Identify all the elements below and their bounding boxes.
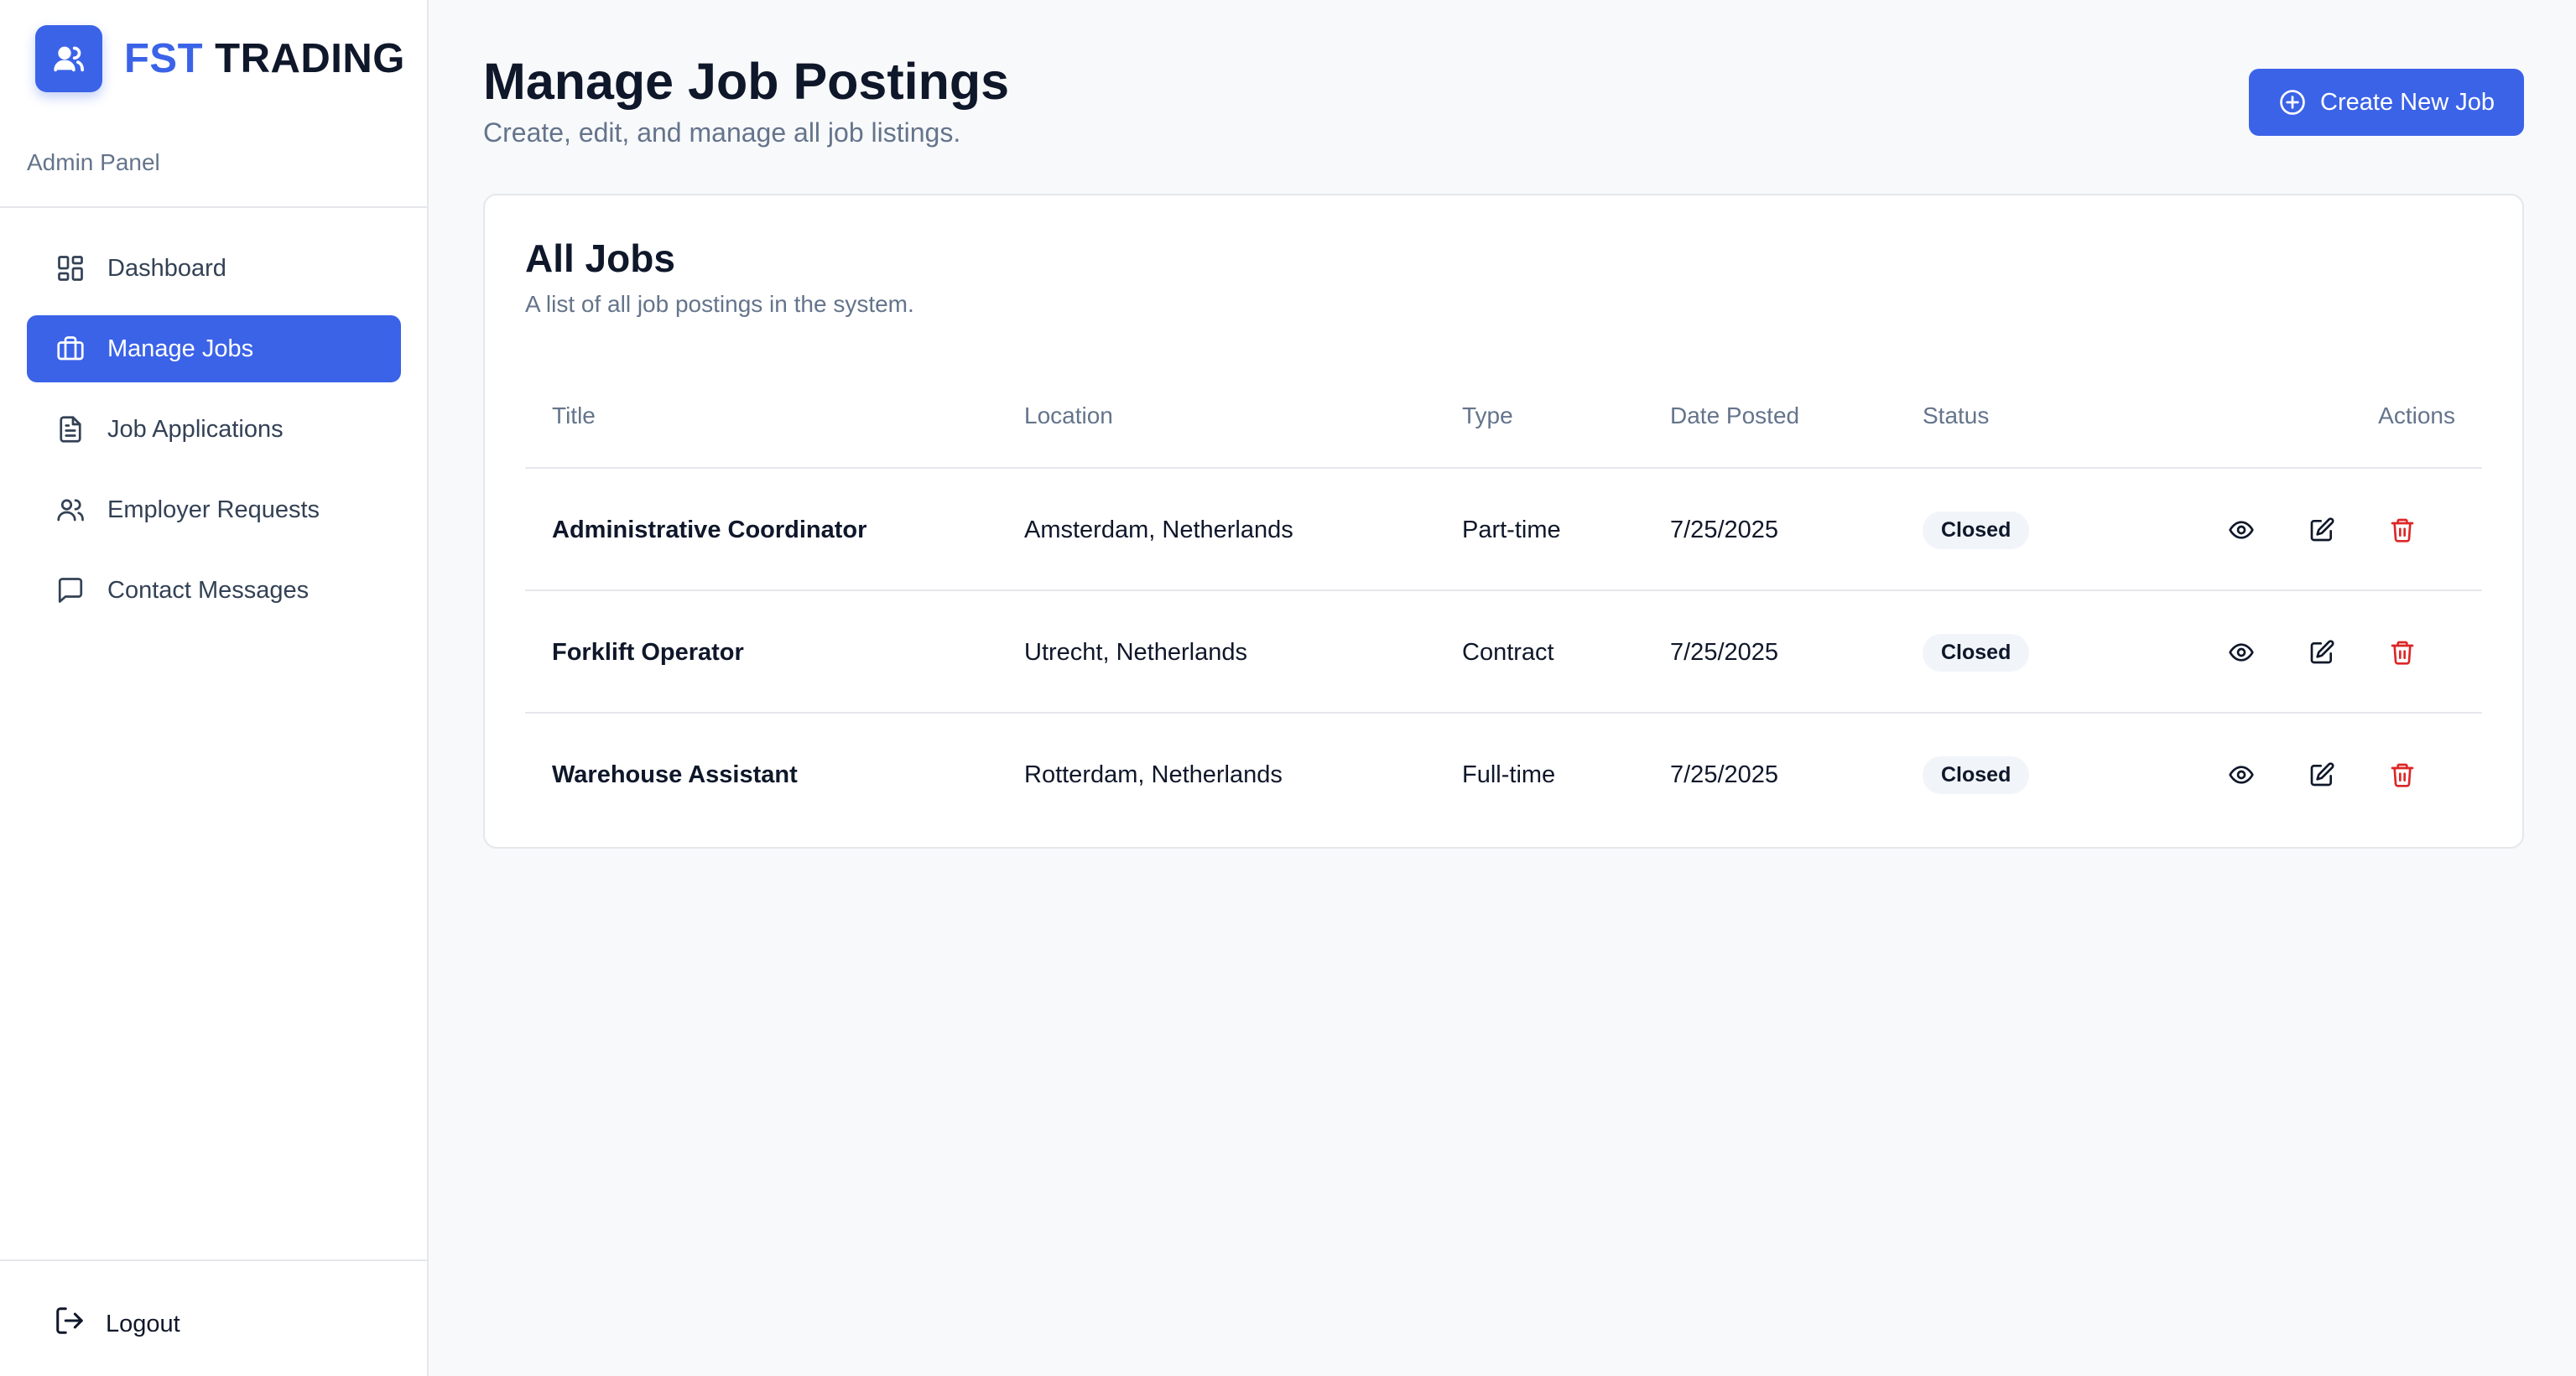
trash-icon bbox=[2391, 641, 2414, 665]
sidebar-item-manage-jobs[interactable]: Manage Jobs bbox=[27, 315, 401, 382]
create-new-job-button[interactable]: Create New Job bbox=[2249, 69, 2524, 136]
delete-button[interactable] bbox=[2381, 508, 2424, 552]
brand-name-accent: FST bbox=[124, 36, 204, 81]
edit-button[interactable] bbox=[2300, 753, 2344, 797]
card-title: All Jobs bbox=[525, 236, 675, 280]
job-type: Full-time bbox=[1462, 761, 1556, 788]
page-subtitle: Create, edit, and manage all job listing… bbox=[483, 117, 961, 148]
trash-icon bbox=[2391, 518, 2414, 543]
logout-button[interactable]: Logout bbox=[54, 1305, 180, 1343]
table-row: Warehouse Assistant Rotterdam, Netherlan… bbox=[525, 714, 2482, 836]
page-title: Manage Job Postings bbox=[483, 53, 1010, 110]
sidebar-item-employer-requests[interactable]: Employer Requests bbox=[27, 476, 401, 543]
logout-label: Logout bbox=[106, 1310, 180, 1337]
job-date-posted: 7/25/2025 bbox=[1670, 638, 1779, 666]
brand-name-rest: TRADING bbox=[215, 36, 405, 81]
eye-icon bbox=[2229, 643, 2254, 662]
job-title: Forklift Operator bbox=[552, 638, 744, 666]
delete-button[interactable] bbox=[2381, 753, 2424, 797]
status-cell: Closed bbox=[1923, 591, 2030, 714]
sidebar-item-label: Manage Jobs bbox=[107, 335, 254, 362]
delete-button[interactable] bbox=[2381, 631, 2424, 674]
eye-icon bbox=[2229, 521, 2254, 539]
edit-button[interactable] bbox=[2300, 631, 2344, 674]
trash-icon bbox=[2391, 763, 2414, 787]
edit-icon bbox=[2310, 762, 2334, 787]
sidebar-item-label: Employer Requests bbox=[107, 496, 320, 523]
sidebar-item-contact-messages[interactable]: Contact Messages bbox=[27, 557, 401, 624]
sidebar-item-label: Job Applications bbox=[107, 415, 284, 443]
card-subtitle: A list of all job postings in the system… bbox=[525, 291, 914, 317]
edit-icon bbox=[2310, 640, 2334, 664]
edit-icon bbox=[2310, 517, 2334, 542]
column-header-date-posted: Date Posted bbox=[1670, 402, 1800, 428]
logout-icon bbox=[54, 1305, 86, 1343]
message-icon bbox=[54, 574, 87, 607]
status-badge: Closed bbox=[1923, 511, 2030, 549]
status-badge: Closed bbox=[1923, 756, 2030, 794]
status-badge: Closed bbox=[1923, 633, 2030, 672]
users-icon bbox=[54, 493, 87, 527]
sidebar-item-dashboard[interactable]: Dashboard bbox=[27, 235, 401, 302]
document-icon bbox=[54, 413, 87, 446]
sidebar-divider bbox=[0, 1259, 427, 1261]
table-row: Forklift Operator Utrecht, Netherlands C… bbox=[525, 591, 2482, 714]
job-title: Warehouse Assistant bbox=[552, 761, 798, 788]
view-button[interactable] bbox=[2220, 753, 2263, 797]
plus-circle-icon bbox=[2278, 88, 2307, 117]
sidebar-item-label: Dashboard bbox=[107, 254, 226, 282]
sidebar-item-label: Contact Messages bbox=[107, 576, 310, 604]
sidebar-divider bbox=[0, 206, 427, 208]
view-button[interactable] bbox=[2220, 508, 2263, 552]
briefcase-icon bbox=[54, 332, 87, 366]
view-button[interactable] bbox=[2220, 631, 2263, 674]
dashboard-grid-icon bbox=[54, 252, 87, 285]
job-date-posted: 7/25/2025 bbox=[1670, 516, 1779, 543]
jobs-card: All Jobs A list of all job postings in t… bbox=[483, 194, 2524, 849]
users-icon bbox=[35, 25, 102, 92]
eye-icon bbox=[2229, 766, 2254, 784]
sidebar: FST TRADING Admin Panel Dashboard Manage… bbox=[0, 0, 429, 1376]
column-header-status: Status bbox=[1923, 402, 1990, 428]
status-cell: Closed bbox=[1923, 469, 2030, 591]
create-new-job-label: Create New Job bbox=[2320, 88, 2495, 116]
table-row: Administrative Coordinator Amsterdam, Ne… bbox=[525, 469, 2482, 591]
job-title: Administrative Coordinator bbox=[552, 516, 867, 543]
column-header-title: Title bbox=[552, 402, 596, 428]
job-type: Contract bbox=[1462, 638, 1554, 666]
jobs-table: Title Location Type Date Posted Status A… bbox=[525, 363, 2482, 836]
column-header-type: Type bbox=[1462, 402, 1513, 428]
job-location: Amsterdam, Netherlands bbox=[1024, 516, 1293, 543]
job-location: Utrecht, Netherlands bbox=[1024, 638, 1247, 666]
status-cell: Closed bbox=[1923, 714, 2030, 836]
brand[interactable]: FST TRADING bbox=[35, 25, 405, 92]
sidebar-nav: Dashboard Manage Jobs Job Applications E… bbox=[27, 235, 401, 637]
job-date-posted: 7/25/2025 bbox=[1670, 761, 1779, 788]
edit-button[interactable] bbox=[2300, 508, 2344, 552]
table-header: Title Location Type Date Posted Status A… bbox=[525, 363, 2482, 469]
column-header-location: Location bbox=[1024, 402, 1113, 428]
brand-name: FST TRADING bbox=[124, 35, 405, 82]
sidebar-item-job-applications[interactable]: Job Applications bbox=[27, 396, 401, 463]
job-type: Part-time bbox=[1462, 516, 1561, 543]
job-location: Rotterdam, Netherlands bbox=[1024, 761, 1283, 788]
panel-label: Admin Panel bbox=[27, 149, 160, 175]
column-header-actions: Actions bbox=[2378, 402, 2455, 428]
